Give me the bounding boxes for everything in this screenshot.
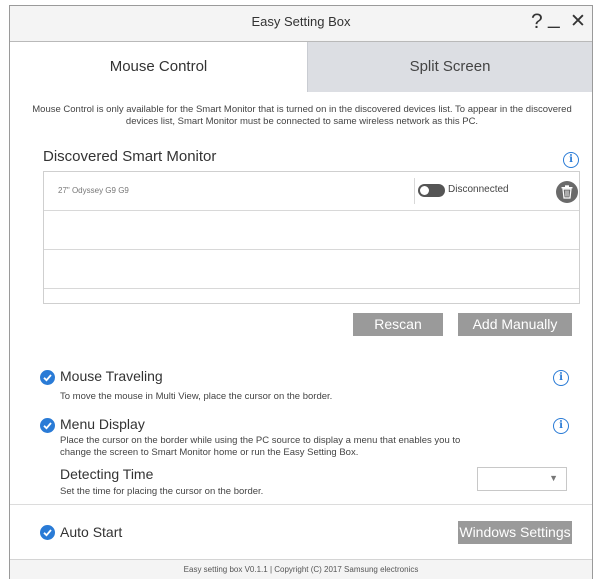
divider [10,504,592,505]
add-manually-button[interactable]: Add Manually [458,313,572,336]
divider [414,178,415,204]
device-name: 27" Odyssey G9 G9 [58,186,129,195]
detecting-time-select[interactable]: ▼ [477,467,567,491]
help-button[interactable]: ? [531,10,543,34]
checkmark-icon [43,422,52,430]
auto-start-checkbox[interactable] [40,525,55,540]
detecting-time-title: Detecting Time [60,466,154,482]
detecting-time-desc: Set the time for placing the cursor on t… [60,486,264,497]
tab-split-screen[interactable]: Split Screen [307,42,592,92]
easy-setting-box-window: Easy Setting Box ? _ ✕ Mouse Control Spl… [9,5,593,579]
list-item-empty [44,211,579,250]
mouse-control-description: Mouse Control is only available for the … [32,104,572,127]
title-bar: Easy Setting Box ? _ ✕ [10,6,592,42]
tab-bar: Mouse Control Split Screen [10,42,592,92]
list-item-empty [44,250,579,289]
chevron-down-icon: ▼ [549,473,558,483]
delete-device-button[interactable] [556,181,578,203]
info-icon[interactable]: i [563,152,579,168]
menu-display-checkbox[interactable] [40,418,55,433]
windows-settings-button[interactable]: Windows Settings [458,521,572,544]
menu-display-desc-line2: change the screen to Smart Monitor home … [60,447,359,458]
discovered-devices-list: 27" Odyssey G9 G9 Disconnected [43,171,580,304]
info-icon[interactable]: i [553,418,569,434]
mouse-traveling-title: Mouse Traveling [60,368,163,384]
toggle-knob [420,186,429,195]
mouse-traveling-checkbox[interactable] [40,370,55,385]
trash-icon [561,185,573,199]
rescan-button[interactable]: Rescan [353,313,443,336]
connection-status: Disconnected [448,184,509,195]
discovered-title: Discovered Smart Monitor [43,148,217,165]
footer-copyright: Easy setting box V0.1.1 | Copyright (C) … [10,559,592,579]
list-item-empty [44,289,579,303]
mouse-traveling-desc: To move the mouse in Multi View, place t… [60,391,333,402]
minimize-button[interactable]: _ [548,6,560,30]
close-button[interactable]: ✕ [570,10,586,34]
tab-mouse-control[interactable]: Mouse Control [10,42,307,92]
connect-toggle[interactable] [418,184,445,197]
list-item[interactable]: 27" Odyssey G9 G9 Disconnected [44,172,579,211]
info-icon[interactable]: i [553,370,569,386]
menu-display-title: Menu Display [60,416,145,432]
checkmark-icon [43,529,52,537]
window-title: Easy Setting Box [251,14,351,29]
checkmark-icon [43,374,52,382]
menu-display-desc-line1: Place the cursor on the border while usi… [60,435,461,446]
auto-start-title: Auto Start [60,524,123,540]
